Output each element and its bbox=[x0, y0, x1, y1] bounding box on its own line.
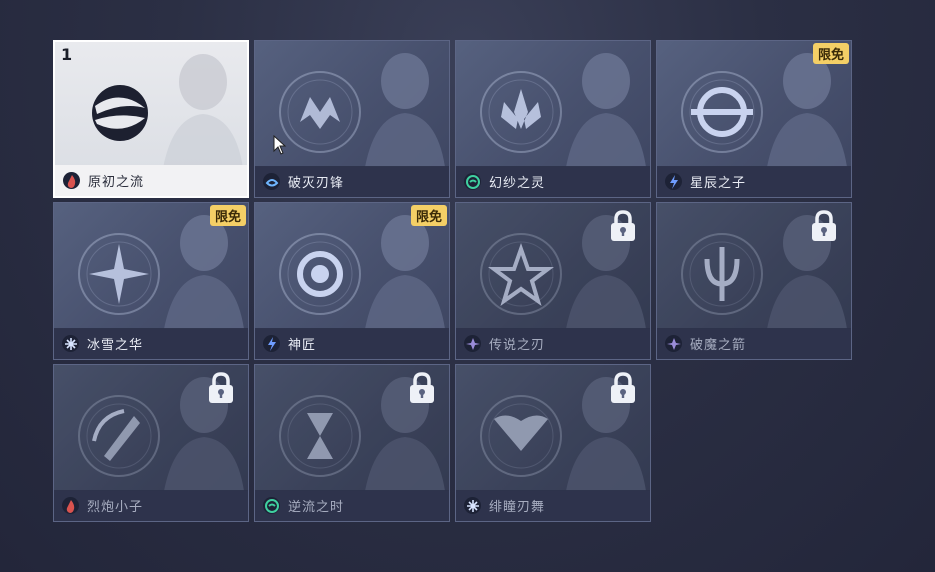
ice-icon bbox=[62, 335, 79, 352]
ice-icon bbox=[464, 497, 481, 514]
hero-portrait bbox=[365, 53, 445, 167]
fire-icon bbox=[62, 497, 79, 514]
hero-name: 幻纱之灵 bbox=[489, 176, 546, 191]
slot-number: 1 bbox=[61, 45, 73, 64]
hero-card-footer: 冰雪之华 bbox=[54, 328, 248, 359]
hero-card-footer: 破灭刃锋 bbox=[255, 166, 449, 197]
hero-card[interactable]: 冰雪之华 限免 bbox=[53, 202, 249, 360]
yin-yang-emblem bbox=[92, 85, 148, 141]
hero-card-footer: 烈炮小子 bbox=[54, 490, 248, 521]
gear-emblem bbox=[279, 233, 361, 315]
wings-emblem bbox=[480, 395, 562, 477]
hero-card-footer: 传说之刃 bbox=[456, 328, 650, 359]
hero-card[interactable]: 破灭刃锋 bbox=[254, 40, 450, 198]
hero-name: 绯瞳刃舞 bbox=[489, 500, 546, 515]
free-trial-badge: 限免 bbox=[209, 205, 246, 226]
hero-portrait bbox=[566, 53, 646, 167]
wind-icon bbox=[263, 497, 280, 514]
hero-card-footer: 星辰之子 bbox=[657, 166, 851, 197]
hero-name: 原初之流 bbox=[88, 175, 145, 190]
hero-artwork bbox=[456, 41, 650, 167]
hourglass-emblem bbox=[279, 395, 361, 477]
hero-name: 破灭刃锋 bbox=[288, 176, 345, 191]
hero-card[interactable]: 破魔之箭 bbox=[656, 202, 852, 360]
lock-icon bbox=[611, 210, 635, 241]
water-icon bbox=[263, 173, 280, 190]
hero-name: 逆流之时 bbox=[288, 500, 345, 515]
hero-card[interactable]: 逆流之时 bbox=[254, 364, 450, 522]
trident-emblem bbox=[681, 233, 763, 315]
lotus-emblem bbox=[480, 71, 562, 153]
cannon-emblem bbox=[78, 395, 160, 477]
hero-name: 传说之刃 bbox=[489, 338, 546, 353]
hero-card-footer: 神匠 bbox=[255, 328, 449, 359]
hero-card[interactable]: 传说之刃 bbox=[455, 202, 651, 360]
lock-icon bbox=[611, 372, 635, 403]
wind-icon bbox=[464, 173, 481, 190]
hero-card-footer: 绯瞳刃舞 bbox=[456, 490, 650, 521]
hero-card[interactable]: 神匠 限免 bbox=[254, 202, 450, 360]
hero-card-footer: 逆流之时 bbox=[255, 490, 449, 521]
mouse-cursor-icon bbox=[273, 135, 287, 155]
lock-icon bbox=[812, 210, 836, 241]
hero-card[interactable]: 星辰之子 限免 bbox=[656, 40, 852, 198]
hero-name: 烈炮小子 bbox=[87, 500, 144, 515]
hero-card-footer: 破魔之箭 bbox=[657, 328, 851, 359]
fire-icon bbox=[63, 172, 80, 189]
hero-select-grid: 原初之流 1 破灭刃锋 幻纱之灵 星辰之子 限免 冰雪之华 限免 神匠 限免 传… bbox=[0, 0, 935, 572]
hero-card[interactable]: 烈炮小子 bbox=[53, 364, 249, 522]
hero-artwork bbox=[55, 42, 247, 168]
lock-icon bbox=[209, 372, 233, 403]
orbit-emblem bbox=[681, 71, 763, 153]
lightning-icon bbox=[665, 173, 682, 190]
free-trial-badge: 限免 bbox=[410, 205, 447, 226]
lock-icon bbox=[410, 372, 434, 403]
free-trial-badge: 限免 bbox=[812, 43, 849, 64]
hero-card-footer: 幻纱之灵 bbox=[456, 166, 650, 197]
hero-card-footer: 原初之流 bbox=[55, 165, 247, 196]
hero-name: 冰雪之华 bbox=[87, 338, 144, 353]
hero-card[interactable]: 绯瞳刃舞 bbox=[455, 364, 651, 522]
hero-name: 神匠 bbox=[288, 338, 317, 353]
hero-card[interactable]: 幻纱之灵 bbox=[455, 40, 651, 198]
snowflake-emblem bbox=[78, 233, 160, 315]
hero-name: 星辰之子 bbox=[690, 176, 747, 191]
shadow-icon bbox=[464, 335, 481, 352]
hero-portrait bbox=[163, 54, 243, 168]
shadow-icon bbox=[665, 335, 682, 352]
blade-crown-emblem bbox=[279, 71, 361, 153]
flower-blade-emblem bbox=[480, 233, 562, 315]
hero-name: 破魔之箭 bbox=[690, 338, 747, 353]
hero-card[interactable]: 原初之流 1 bbox=[53, 40, 249, 198]
lightning-icon bbox=[263, 335, 280, 352]
